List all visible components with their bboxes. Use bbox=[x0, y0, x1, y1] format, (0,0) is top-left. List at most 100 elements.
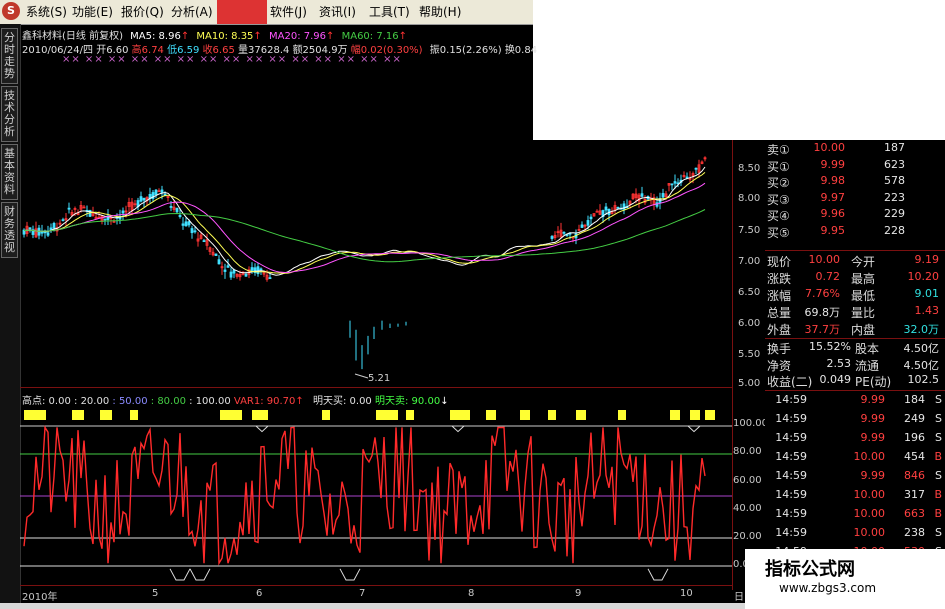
candle-body bbox=[52, 222, 56, 229]
price-tick-4: 6.50 bbox=[738, 287, 761, 298]
ind-tick-1: 80.00 bbox=[733, 446, 762, 457]
tick-side: S bbox=[935, 431, 942, 444]
signal-block bbox=[220, 410, 242, 420]
price-tick-6: 5.50 bbox=[738, 349, 761, 360]
candle-body bbox=[184, 221, 188, 227]
signal-block bbox=[450, 410, 470, 420]
stat-label: 内盘 bbox=[851, 323, 876, 337]
left-tab-strip: 分时走势 技术分析 基本资料 财务透视 bbox=[0, 24, 21, 606]
order-price: 9.97 bbox=[820, 190, 846, 204]
candle-body bbox=[190, 228, 194, 234]
signal-block bbox=[376, 410, 398, 420]
candle-body bbox=[178, 214, 182, 218]
date-axis-year: 2010年 bbox=[22, 592, 58, 603]
tab-fundamentals[interactable]: 基本资料 bbox=[1, 144, 18, 200]
candle-body bbox=[661, 193, 665, 198]
candle-body bbox=[694, 167, 698, 170]
tick-time: 14:59 bbox=[775, 526, 807, 539]
order-volume: 223 bbox=[884, 190, 905, 204]
order-book-row: 买③ 9.97 223 bbox=[765, 191, 945, 207]
tick-price: 10.00 bbox=[853, 450, 886, 463]
info-amplitude: 振0.15(2.26%) bbox=[429, 45, 502, 56]
candlestick-group bbox=[22, 156, 707, 282]
menu-bar: S 系统(S) 功能(E) 报价(Q) 分析(A) 软件(J) 资讯(I) 工具… bbox=[0, 0, 533, 25]
watermark: 指标公式网 www.zbgs3.com bbox=[745, 549, 945, 609]
watermark-url: www.zbgs3.com bbox=[779, 581, 877, 595]
menu-software[interactable]: 软件(J) bbox=[266, 0, 311, 24]
bottom-signal-marker bbox=[189, 568, 211, 581]
stat-row: 涨幅 7.76% 最低 9.01 bbox=[765, 287, 945, 303]
stat-value: 1.43 bbox=[914, 304, 940, 317]
top-signal-marker bbox=[255, 425, 269, 433]
ind-tick-2: 60.00 bbox=[733, 475, 762, 486]
low-price-marker: 5.21 bbox=[368, 373, 390, 384]
menu-tools[interactable]: 工具(T) bbox=[365, 0, 414, 24]
stat-value: 0.72 bbox=[815, 270, 841, 283]
tab-finance[interactable]: 财务透视 bbox=[1, 202, 18, 258]
candle-body bbox=[586, 220, 590, 226]
candle-body bbox=[673, 181, 677, 184]
candle-body bbox=[589, 216, 593, 220]
order-volume: 623 bbox=[884, 157, 905, 171]
price-tick-2: 7.50 bbox=[738, 225, 761, 236]
candle-body bbox=[175, 207, 179, 213]
tick-volume: 454 bbox=[904, 450, 925, 463]
menu-quote[interactable]: 报价(Q) bbox=[117, 0, 168, 24]
tick-row: 14:59 10.00 663 B bbox=[765, 507, 945, 523]
candle-body bbox=[229, 271, 233, 278]
price-tick-7: 5.00 bbox=[738, 378, 761, 389]
candle-body bbox=[226, 265, 230, 268]
tick-volume: 184 bbox=[904, 393, 925, 406]
menu-function[interactable]: 功能(E) bbox=[68, 0, 117, 24]
order-level-label: 买② bbox=[767, 176, 790, 190]
tab-technical[interactable]: 技术分析 bbox=[1, 86, 18, 142]
date-axis-month-5: 5 bbox=[152, 588, 159, 599]
candle-body bbox=[169, 206, 173, 208]
stat-value: 37.7万 bbox=[804, 323, 841, 336]
tick-time: 14:59 bbox=[775, 393, 807, 406]
stat-value: 69.8万 bbox=[804, 306, 841, 319]
date-axis-day: 日 bbox=[734, 592, 744, 603]
signal-block bbox=[548, 410, 556, 420]
order-level-label: 卖① bbox=[767, 143, 790, 157]
signal-block bbox=[406, 410, 414, 420]
candle-body bbox=[202, 240, 206, 243]
bottom-signal-marker bbox=[169, 568, 191, 581]
candle-body bbox=[640, 193, 644, 197]
tick-row: 14:59 9.99 184 S bbox=[765, 393, 945, 409]
candle-body bbox=[580, 224, 584, 228]
tab-intraday[interactable]: 分时走势 bbox=[1, 28, 18, 84]
candle-body bbox=[256, 266, 260, 275]
indicator-param-1: : 20.00 bbox=[74, 396, 110, 407]
menu-news[interactable]: 资讯(I) bbox=[315, 0, 360, 24]
menu-system[interactable]: 系统(S) bbox=[22, 0, 71, 24]
candle-body bbox=[616, 207, 620, 209]
candle-body bbox=[670, 183, 674, 186]
signal-block bbox=[100, 410, 112, 420]
candle-body bbox=[685, 176, 689, 179]
signal-block bbox=[24, 410, 46, 420]
order-volume: 187 bbox=[884, 141, 905, 154]
tick-row: 14:59 9.99 196 S bbox=[765, 431, 945, 447]
stat-value: 10.00 bbox=[808, 253, 841, 266]
signal-block bbox=[520, 410, 530, 420]
stat-value: 32.0万 bbox=[903, 323, 940, 336]
menu-analysis[interactable]: 分析(A) bbox=[167, 0, 217, 24]
ind-tick-4: 20.00 bbox=[733, 531, 762, 542]
indicator-param-3: : 80.00 bbox=[150, 396, 186, 407]
date-axis-month-9: 9 bbox=[575, 588, 582, 599]
tick-side: S bbox=[935, 469, 942, 482]
signal-block bbox=[670, 410, 680, 420]
order-price: 10.00 bbox=[813, 141, 846, 154]
blank-area bbox=[533, 0, 945, 140]
candle-body bbox=[142, 197, 146, 201]
candle-body bbox=[40, 231, 44, 234]
tick-side: B bbox=[934, 507, 942, 520]
tick-price: 9.99 bbox=[860, 469, 886, 482]
candle-body bbox=[46, 232, 50, 236]
tick-time: 14:59 bbox=[775, 450, 807, 463]
menu-help[interactable]: 帮助(H) bbox=[415, 0, 465, 24]
signal-block bbox=[576, 410, 586, 420]
menu-highlighted[interactable] bbox=[217, 0, 267, 24]
indicator-var1: VAR1: 90.70 bbox=[233, 396, 296, 407]
